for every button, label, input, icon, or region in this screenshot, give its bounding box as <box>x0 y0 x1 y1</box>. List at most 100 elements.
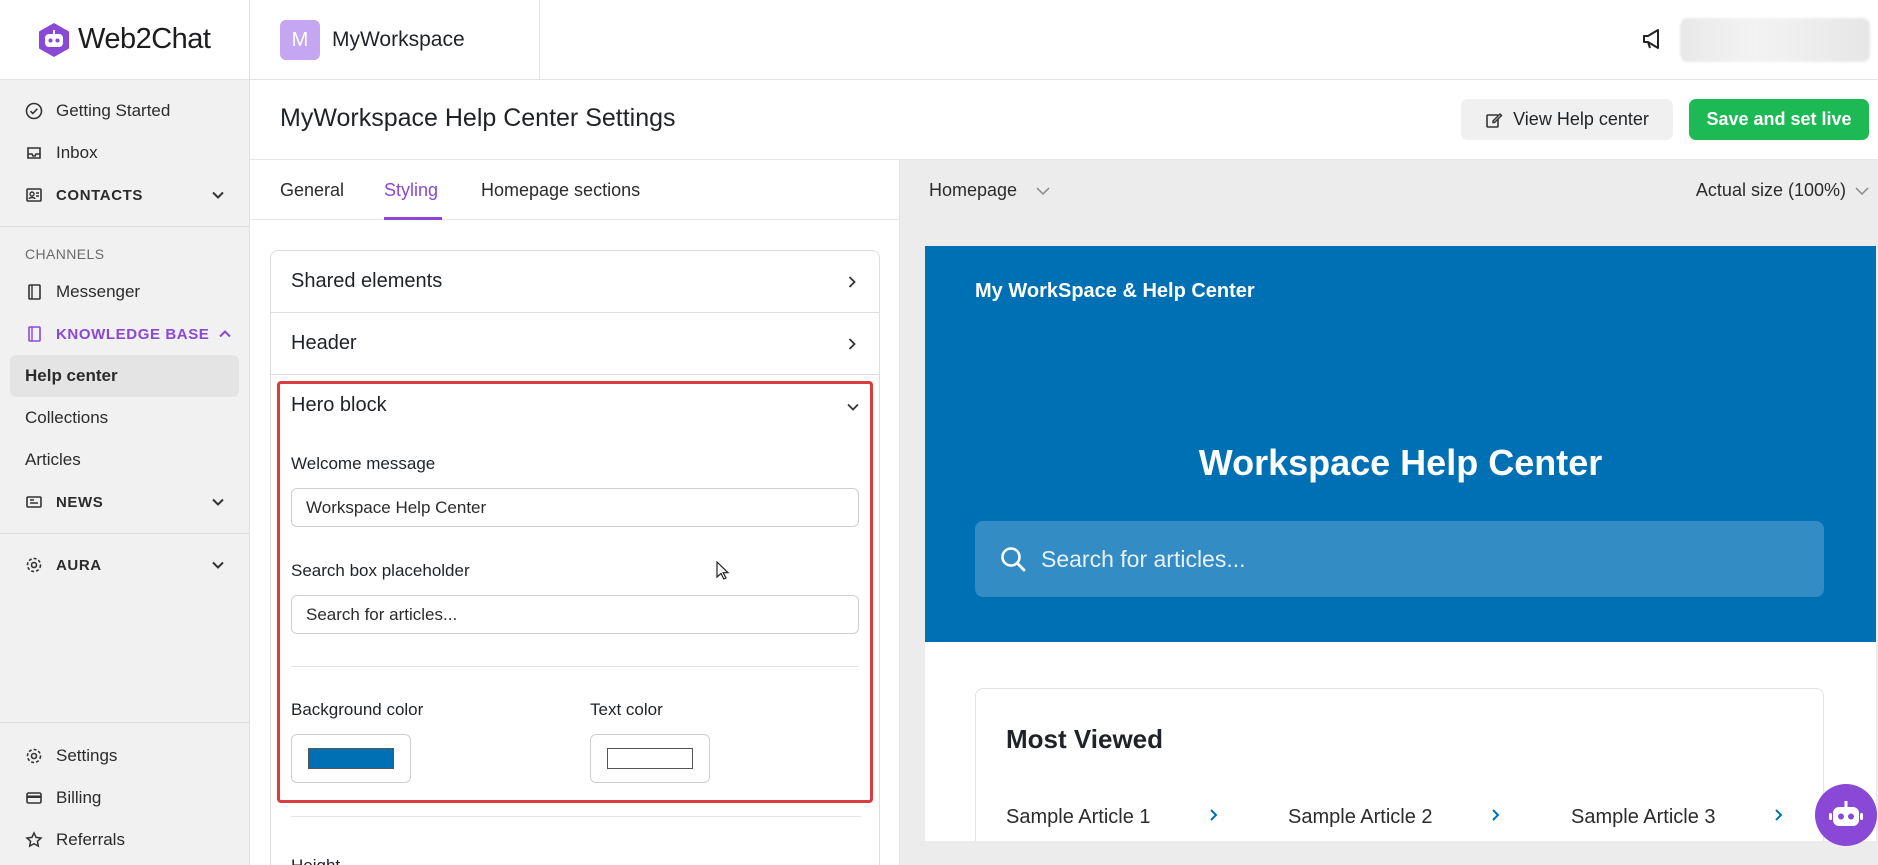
sidebar-item-referrals[interactable]: Referrals <box>0 819 250 861</box>
chevron-up-icon <box>219 330 232 338</box>
settings-tabs: General Styling Homepage sections <box>250 160 899 220</box>
active-tab-indicator <box>384 217 442 220</box>
sidebar-item-label: CONTACTS <box>56 186 144 204</box>
divider <box>291 666 859 667</box>
edit-icon <box>1486 112 1503 128</box>
preview-panel: Homepage Actual size (100%) My WorkSpace… <box>900 160 1878 865</box>
sidebar-item-help-center[interactable]: Help center <box>10 355 239 397</box>
sidebar-item-label: AURA <box>56 556 102 574</box>
chevron-down-icon <box>1036 186 1050 195</box>
search-placeholder-label: Search box placeholder <box>291 561 470 580</box>
bot-icon <box>1829 801 1863 826</box>
megaphone-icon[interactable] <box>1640 26 1666 52</box>
sidebar-item-inbox[interactable]: Inbox <box>0 132 249 174</box>
tab-styling[interactable]: Styling <box>384 180 438 201</box>
background-color-label: Background color <box>291 700 424 719</box>
user-menu[interactable] <box>1680 18 1870 62</box>
chevron-down-icon <box>1855 186 1869 195</box>
sidebar-item-settings[interactable]: Settings <box>0 735 250 777</box>
search-placeholder-input[interactable] <box>291 595 859 634</box>
sidebar-item-collections[interactable]: Collections <box>0 397 249 439</box>
article-link-1[interactable]: Sample Article 1 <box>1006 806 1151 829</box>
article-link-3[interactable]: Sample Article 3 <box>1571 806 1716 829</box>
sidebar-item-billing[interactable]: Billing <box>0 777 250 819</box>
sidebar-item-label: Referrals <box>56 830 125 849</box>
sidebar-item-messenger[interactable]: Messenger <box>0 271 249 313</box>
book-icon <box>28 326 41 342</box>
chevron-down-icon <box>212 191 224 199</box>
mouse-cursor-icon <box>716 561 730 580</box>
sidebar-item-articles[interactable]: Articles <box>0 439 249 481</box>
preview-zoom-select[interactable]: Actual size (100%) <box>1696 180 1870 201</box>
accordion-label: Header <box>291 332 357 354</box>
welcome-message-label: Welcome message <box>291 454 436 473</box>
preview-brand[interactable]: My WorkSpace & Help Center <box>975 280 1255 303</box>
app-logo[interactable]: Web2Chat <box>0 0 249 80</box>
star-icon <box>25 831 43 848</box>
hero-block-section: Hero block Welcome message Search box pl… <box>277 381 873 803</box>
background-color-swatch <box>308 748 394 769</box>
preview-zoom-label: Actual size (100%) <box>1695 180 1846 200</box>
contacts-icon <box>26 188 42 202</box>
sidebar-item-label: Getting Started <box>56 101 171 120</box>
most-viewed-card: Most Viewed Sample Article 1 Sample Arti… <box>975 688 1824 841</box>
preview-hero: My WorkSpace & Help Center Workspace Hel… <box>925 246 1876 642</box>
most-viewed-title: Most Viewed <box>1006 724 1164 754</box>
topbar: M MyWorkspace <box>250 0 1878 80</box>
sidebar-item-knowledge-base[interactable]: KNOWLEDGE BASE <box>0 313 249 355</box>
page-title: MyWorkspace Help Center Settings <box>280 104 676 132</box>
app-name: Web2Chat <box>78 23 211 55</box>
sidebar-bottom-nav: Settings Billing Referrals <box>0 722 250 865</box>
height-label: Height <box>291 856 340 865</box>
article-link-2[interactable]: Sample Article 2 <box>1288 806 1433 829</box>
sidebar-item-label: KNOWLEDGE BASE <box>56 325 210 343</box>
credit-card-icon <box>26 792 42 804</box>
sidebar-item-label: Inbox <box>56 143 98 162</box>
chevron-right-icon <box>1492 809 1500 821</box>
hero-block-title[interactable]: Hero block <box>291 394 387 417</box>
chevron-right-icon <box>1775 809 1783 821</box>
welcome-message-input[interactable] <box>291 488 859 527</box>
sidebar-item-contacts[interactable]: CONTACTS <box>0 174 249 216</box>
accordion-shared-elements[interactable]: Shared elements <box>271 251 879 313</box>
sidebar-item-aura[interactable]: AURA <box>0 544 249 586</box>
preview-page-select[interactable]: Homepage <box>929 180 1051 201</box>
gear-icon <box>26 557 42 573</box>
text-color-label: Text color <box>590 700 663 719</box>
gear-icon <box>26 748 42 764</box>
view-help-center-button[interactable]: View Help center <box>1461 99 1673 140</box>
accordion-label: Shared elements <box>291 270 443 292</box>
view-help-center-label: View Help center <box>1513 109 1649 129</box>
preview-search-box[interactable]: Search for articles... <box>975 521 1824 597</box>
settings-panel: General Styling Homepage sections Shared… <box>250 160 900 865</box>
accordion-header[interactable]: Header <box>271 313 879 375</box>
channels-label: CHANNELS <box>25 246 105 262</box>
tab-homepage-sections[interactable]: Homepage sections <box>481 180 640 201</box>
sidebar: Web2Chat Getting Started Inbox CONTACTS … <box>0 0 250 865</box>
text-color-picker[interactable] <box>590 734 710 783</box>
tab-general[interactable]: General <box>280 180 344 201</box>
workspace-switcher[interactable]: M MyWorkspace <box>280 20 465 60</box>
search-icon <box>1001 547 1026 572</box>
sidebar-item-label: Settings <box>56 746 118 765</box>
preview-search-placeholder: Search for articles... <box>1041 545 1246 572</box>
styling-card: Shared elements Header Hero block Welcom… <box>270 250 880 865</box>
background-color-picker[interactable] <box>291 734 411 783</box>
sidebar-item-news[interactable]: NEWS <box>0 481 249 523</box>
preview-page-label: Homepage <box>929 180 1018 200</box>
preview-frame: My WorkSpace & Help Center Workspace Hel… <box>925 246 1876 841</box>
chat-bot-button[interactable] <box>1815 784 1877 846</box>
page-header: MyWorkspace Help Center Settings View He… <box>250 80 1878 160</box>
news-icon <box>26 496 42 508</box>
check-circle-icon <box>25 102 43 120</box>
chevron-right-icon <box>1210 809 1218 821</box>
sidebar-item-label: Billing <box>56 788 102 807</box>
save-and-set-live-button[interactable]: Save and set live <box>1689 99 1869 140</box>
preview-welcome-message: Workspace Help Center <box>1198 442 1603 483</box>
sidebar-item-getting-started[interactable]: Getting Started <box>0 90 249 132</box>
text-color-swatch <box>607 748 693 769</box>
topbar-divider <box>539 0 540 80</box>
web2chat-logo-icon <box>39 22 69 57</box>
chevron-right-icon <box>848 275 856 288</box>
chevron-down-icon[interactable] <box>846 400 860 414</box>
